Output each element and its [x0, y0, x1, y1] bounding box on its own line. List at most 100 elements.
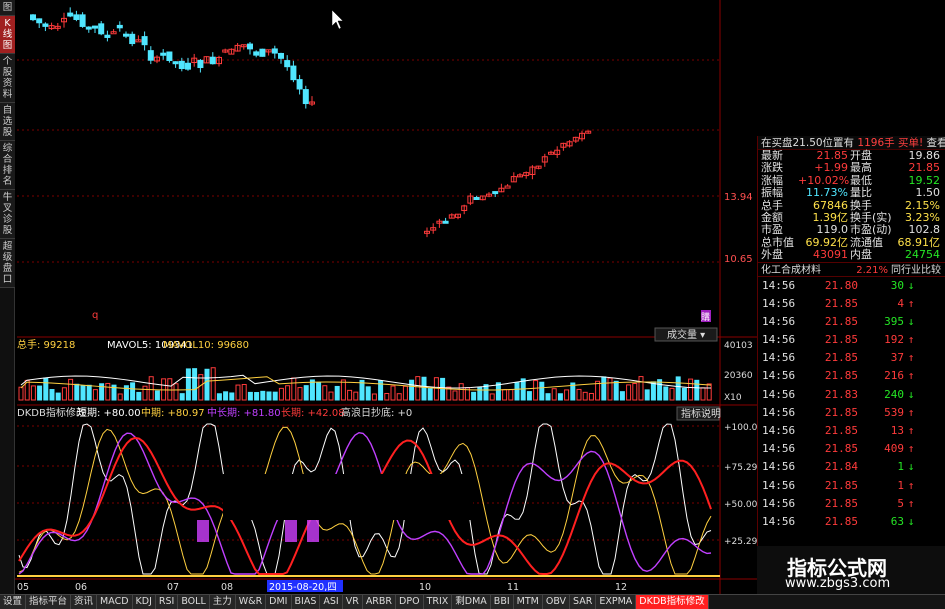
sector-name[interactable]: 化工合成材料	[758, 263, 838, 276]
watermark-url: www.zbgs3.com	[785, 576, 891, 591]
left-toolbar-item[interactable]: 超级盘口	[0, 239, 15, 288]
tick-volume: 192	[884, 333, 904, 347]
tick-time: 14:56	[762, 496, 796, 510]
indicator-tab[interactable]: 资讯	[71, 595, 98, 609]
industry-compare-button[interactable]: 同行业比较	[888, 263, 941, 276]
volume-bar	[557, 393, 563, 401]
volume-bar	[384, 392, 390, 401]
indicator-tab[interactable]: 剩DMA	[452, 595, 491, 609]
quote-value: 43091	[813, 248, 848, 262]
indicator-tab[interactable]: SAR	[570, 595, 597, 609]
arrow-up-icon: ↑	[907, 442, 915, 456]
candle-body	[166, 51, 173, 62]
volume-bar	[216, 393, 222, 401]
indicator-midlong: 中长期: +81.80	[207, 406, 281, 419]
left-toolbar-item[interactable]: 图	[0, 0, 15, 16]
volume-bar	[80, 385, 86, 401]
indicator-tab[interactable]: EXPMA	[596, 595, 637, 609]
indicator-tab[interactable]: RSI	[155, 595, 179, 609]
volume-bar	[353, 391, 359, 401]
volume-bar	[440, 377, 446, 401]
volume-bar	[694, 379, 700, 401]
tick-volume: 5	[897, 496, 904, 510]
volume-bar	[117, 393, 123, 401]
volume-bar	[334, 385, 340, 401]
volume-bar	[477, 386, 483, 401]
arrow-up-icon: ↑	[907, 478, 915, 492]
volume-bar	[235, 384, 241, 401]
indicator-tab[interactable]: 主力	[209, 595, 236, 609]
indicator-tab[interactable]: BOLL	[178, 595, 210, 609]
indicator-tab[interactable]: W&R	[235, 595, 267, 609]
volume-bar	[86, 384, 92, 401]
volume-dropdown-label: 成交量 ▾	[667, 328, 705, 341]
volume-bar	[229, 392, 235, 401]
indicator-tab[interactable]: VR	[342, 595, 363, 609]
sector-row[interactable]: 化工合成材料 2.21% 同行业比较	[758, 261, 945, 277]
left-toolbar-item[interactable]: 自选股	[0, 103, 15, 141]
order-alert-text: 在买盘21.50位置有	[761, 137, 855, 149]
volume-bar	[167, 378, 173, 401]
sector-pct: 2.21%	[856, 264, 888, 276]
tick-time: 14:56	[762, 278, 796, 292]
volume-bar	[669, 387, 675, 401]
watermark: 指标公式网 www.zbgs3.com	[757, 546, 945, 594]
indicator-tab[interactable]: TRIX	[423, 595, 453, 609]
left-toolbar-item[interactable]: 牛叉诊股	[0, 190, 15, 239]
indicator-tab[interactable]: MACD	[97, 595, 133, 609]
tick-price: 21.83	[824, 387, 858, 401]
indicator-tab[interactable]: DKDB指标修改	[636, 595, 709, 609]
arrow-down-icon: ↓	[907, 278, 915, 292]
volume-bar	[92, 389, 98, 401]
indicator-tab[interactable]: KDJ	[132, 595, 156, 609]
indicator-tab[interactable]: 设置	[0, 595, 27, 609]
left-toolbar-item[interactable]: K线图	[0, 16, 15, 54]
quote-value: +1.99	[814, 161, 848, 175]
indicator-tab[interactable]: ARBR	[362, 595, 397, 609]
indicator-tab[interactable]: DMI	[266, 595, 292, 609]
volume-bar	[142, 385, 148, 401]
indicator-tab[interactable]: BIAS	[291, 595, 321, 609]
date-cursor-label: 2015-08-20,四	[269, 582, 337, 593]
tick-volume: 4	[897, 296, 904, 310]
candle-body	[253, 51, 260, 56]
tick-price: 21.85	[824, 442, 858, 456]
indicator-tab[interactable]: BBI	[490, 595, 514, 609]
left-toolbar-item[interactable]: 综合排名	[0, 141, 15, 190]
candle-body	[504, 185, 511, 189]
order-alert[interactable]: 在买盘21.50位置有 1196手 买单! 查看详细	[758, 136, 945, 150]
candle-body	[67, 12, 74, 17]
indicator-tab[interactable]: MTM	[513, 595, 543, 609]
volume-bar	[409, 379, 415, 401]
tick-time: 14:56	[762, 369, 796, 383]
volume-bar	[607, 377, 613, 401]
tick-time: 14:56	[762, 460, 796, 474]
candle-body	[123, 33, 129, 37]
tick-volume: 37	[890, 351, 904, 365]
tick-time: 14:56	[762, 333, 796, 347]
kline-chart[interactable]: 13.9410.65q 購总手: 99218 MAVOL5: 109341MAVOL…	[15, 0, 757, 594]
volume-bar	[223, 391, 229, 401]
indicator-tab[interactable]: ASI	[320, 595, 343, 609]
indicator-tab[interactable]: 指标平台	[26, 595, 72, 609]
volume-bar	[105, 382, 111, 401]
indicator-tab[interactable]: OBV	[542, 595, 571, 609]
view-detail-link[interactable]: 查看详细	[927, 137, 945, 149]
arrow-up-icon: ↑	[907, 333, 915, 347]
quote-row: 市盈 119.0 市盈(动) 102.8	[758, 223, 945, 236]
volume-bar	[626, 384, 632, 401]
indicator-tab[interactable]: DPO	[396, 595, 424, 609]
indicator-scale: +50.00	[724, 500, 757, 510]
volume-bar	[533, 380, 539, 401]
candle-body	[141, 36, 148, 46]
volume-scale: 20360	[724, 371, 753, 381]
tick-time: 14:56	[762, 296, 796, 310]
volume-bar	[297, 387, 303, 401]
quote-value: 11.73%	[806, 186, 848, 200]
chart-area[interactable]: 13.94 10.65 q 購总手: 99218 MAVOL5: 109341 MAVOL…	[15, 0, 757, 594]
tick-row: 14:56 21.85 4 ↑	[758, 295, 945, 313]
volume-bar	[452, 390, 458, 401]
quote-value: 24754	[905, 248, 940, 262]
left-toolbar-item[interactable]: 个股资料	[0, 54, 15, 103]
tick-volume: 63	[890, 514, 904, 528]
